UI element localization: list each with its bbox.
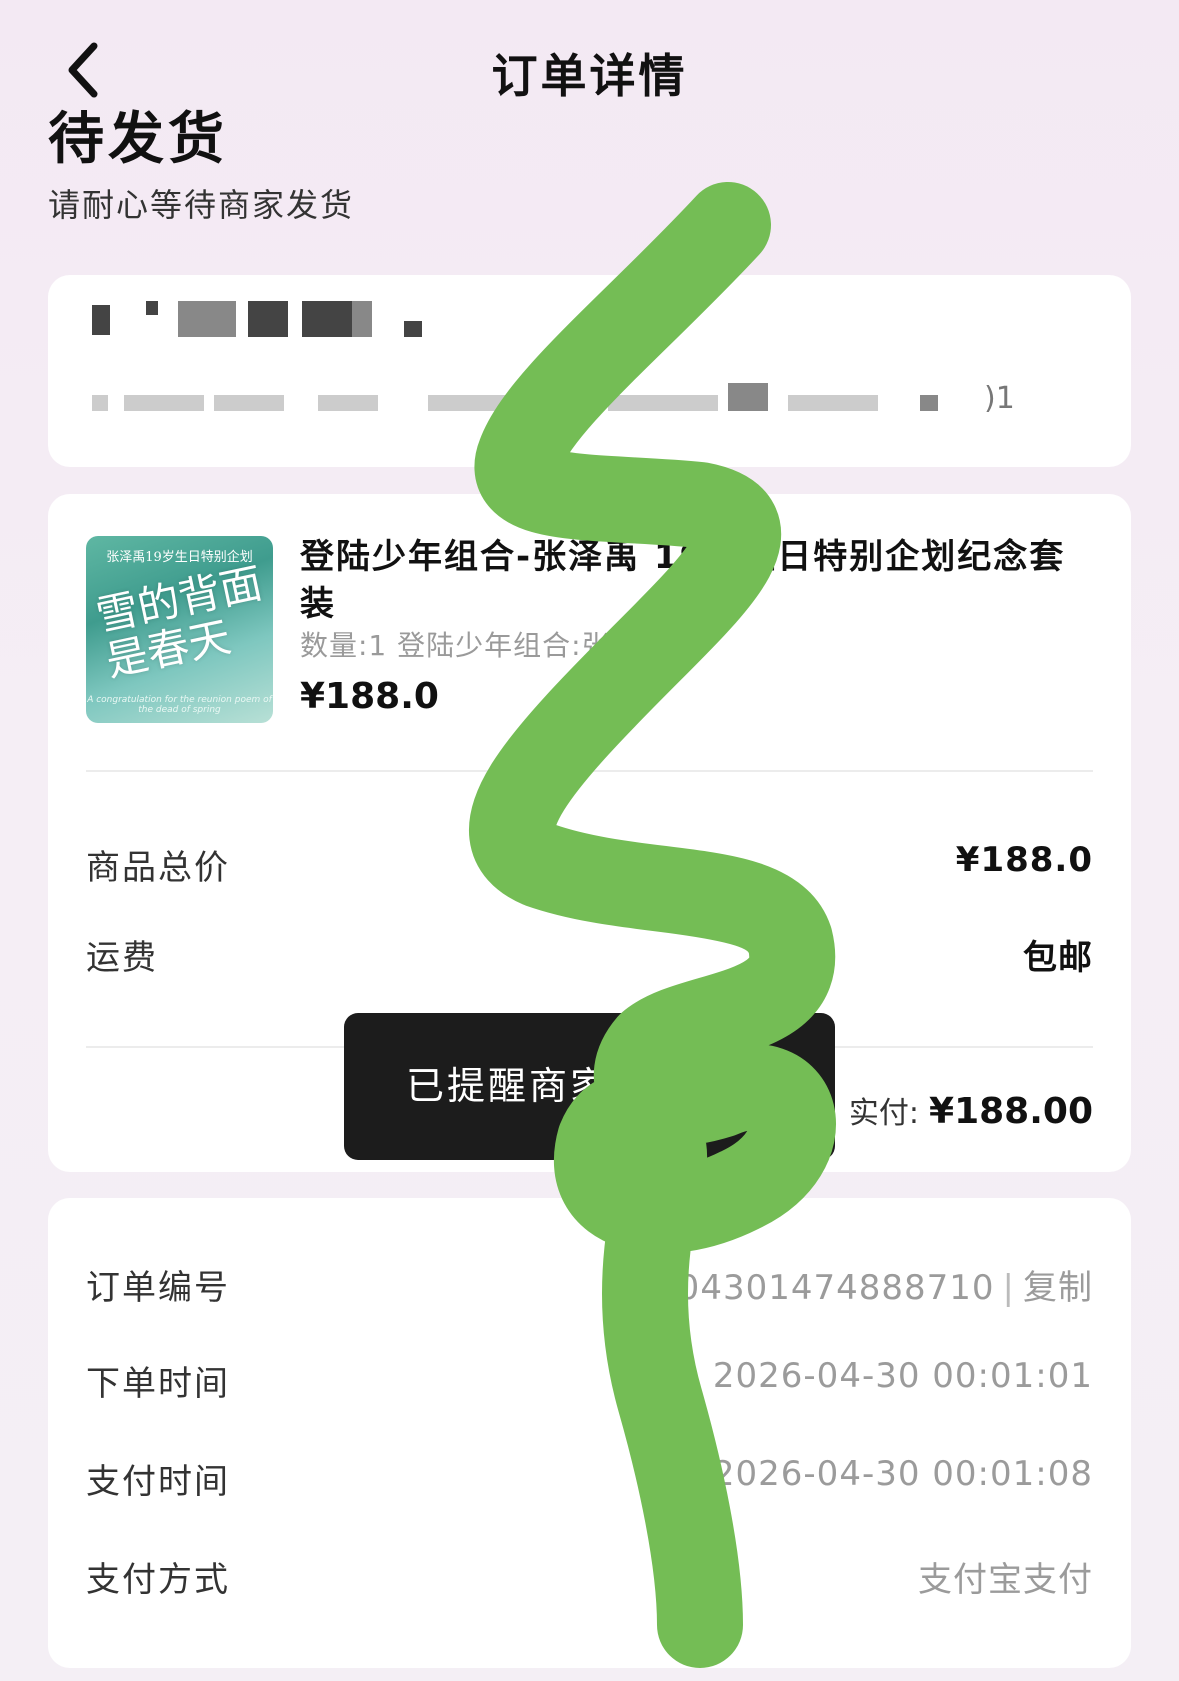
pay-method-label: 支付方式 xyxy=(86,1560,230,1600)
mosaic-block xyxy=(608,395,718,411)
order-time-value: 2026-04-30 00:01:01 xyxy=(712,1356,1093,1396)
mosaic-block xyxy=(404,321,422,337)
order-status-subtitle: 请耐心等待商家发货 xyxy=(48,186,355,224)
order-time-label: 下单时间 xyxy=(86,1364,230,1404)
shipping-label: 运费 xyxy=(86,938,158,978)
goods-thumbnail[interactable]: 张泽禹19岁生日特别企划 雪的背面是春天 A congratulation fo… xyxy=(86,536,273,723)
mosaic-block xyxy=(352,301,372,337)
amount-paid-value: ¥188.00 xyxy=(929,1091,1093,1132)
goods-spec: 数量:1 登陆少年组合:张泽禹 xyxy=(300,629,669,662)
pay-time-value: 2026-04-30 00:01:08 xyxy=(712,1454,1093,1494)
pay-method-value: 支付宝支付 xyxy=(918,1560,1093,1600)
mosaic-block xyxy=(428,395,518,411)
shipping-value: 包邮 xyxy=(1023,938,1093,978)
separator: | xyxy=(1002,1268,1015,1308)
toast-message: 已提醒商家 xyxy=(344,1013,835,1160)
goods-total-value: ¥188.0 xyxy=(955,840,1093,880)
order-number-label: 订单编号 xyxy=(86,1268,230,1308)
mosaic-block xyxy=(920,395,938,411)
mosaic-block xyxy=(124,395,204,411)
order-number: 2604301474888710 | 复制 xyxy=(632,1260,1093,1309)
amount-paid: 实付: ¥188.00 xyxy=(849,1088,1093,1132)
order-status-title: 待发货 xyxy=(48,107,228,172)
address-text-tail: )1 xyxy=(984,381,1015,416)
address-card[interactable]: )1 xyxy=(48,275,1131,467)
goods-price: ¥188.0 xyxy=(300,676,439,717)
thumbnail-footer: A congratulation for the reunion poem of… xyxy=(87,695,272,715)
mosaic-block xyxy=(92,395,108,411)
mosaic-block xyxy=(788,395,878,411)
amount-paid-label: 实付: xyxy=(848,1096,920,1131)
mosaic-block xyxy=(318,395,378,411)
thumbnail-artwork-text: 雪的背面是春天 xyxy=(91,558,267,686)
goods-total-label: 商品总价 xyxy=(86,848,230,888)
goods-name[interactable]: 登陆少年组合-张泽禹 19岁生日特别企划纪念套装 xyxy=(300,534,1080,628)
copy-order-number-button[interactable]: 复制 xyxy=(1023,1268,1093,1308)
mosaic-block xyxy=(728,383,768,411)
order-info-card: 订单编号 2604301474888710 | 复制 下单时间 2026-04-30… xyxy=(48,1198,1131,1668)
mosaic-block xyxy=(92,305,110,335)
order-number-value: 2604301474888710 xyxy=(632,1268,995,1308)
mosaic-block xyxy=(178,301,236,337)
mosaic-block xyxy=(146,301,158,315)
mosaic-block xyxy=(302,301,352,337)
divider xyxy=(86,770,1093,772)
pay-time-label: 支付时间 xyxy=(86,1462,230,1502)
mosaic-block xyxy=(214,395,284,411)
mosaic-block xyxy=(248,301,288,337)
